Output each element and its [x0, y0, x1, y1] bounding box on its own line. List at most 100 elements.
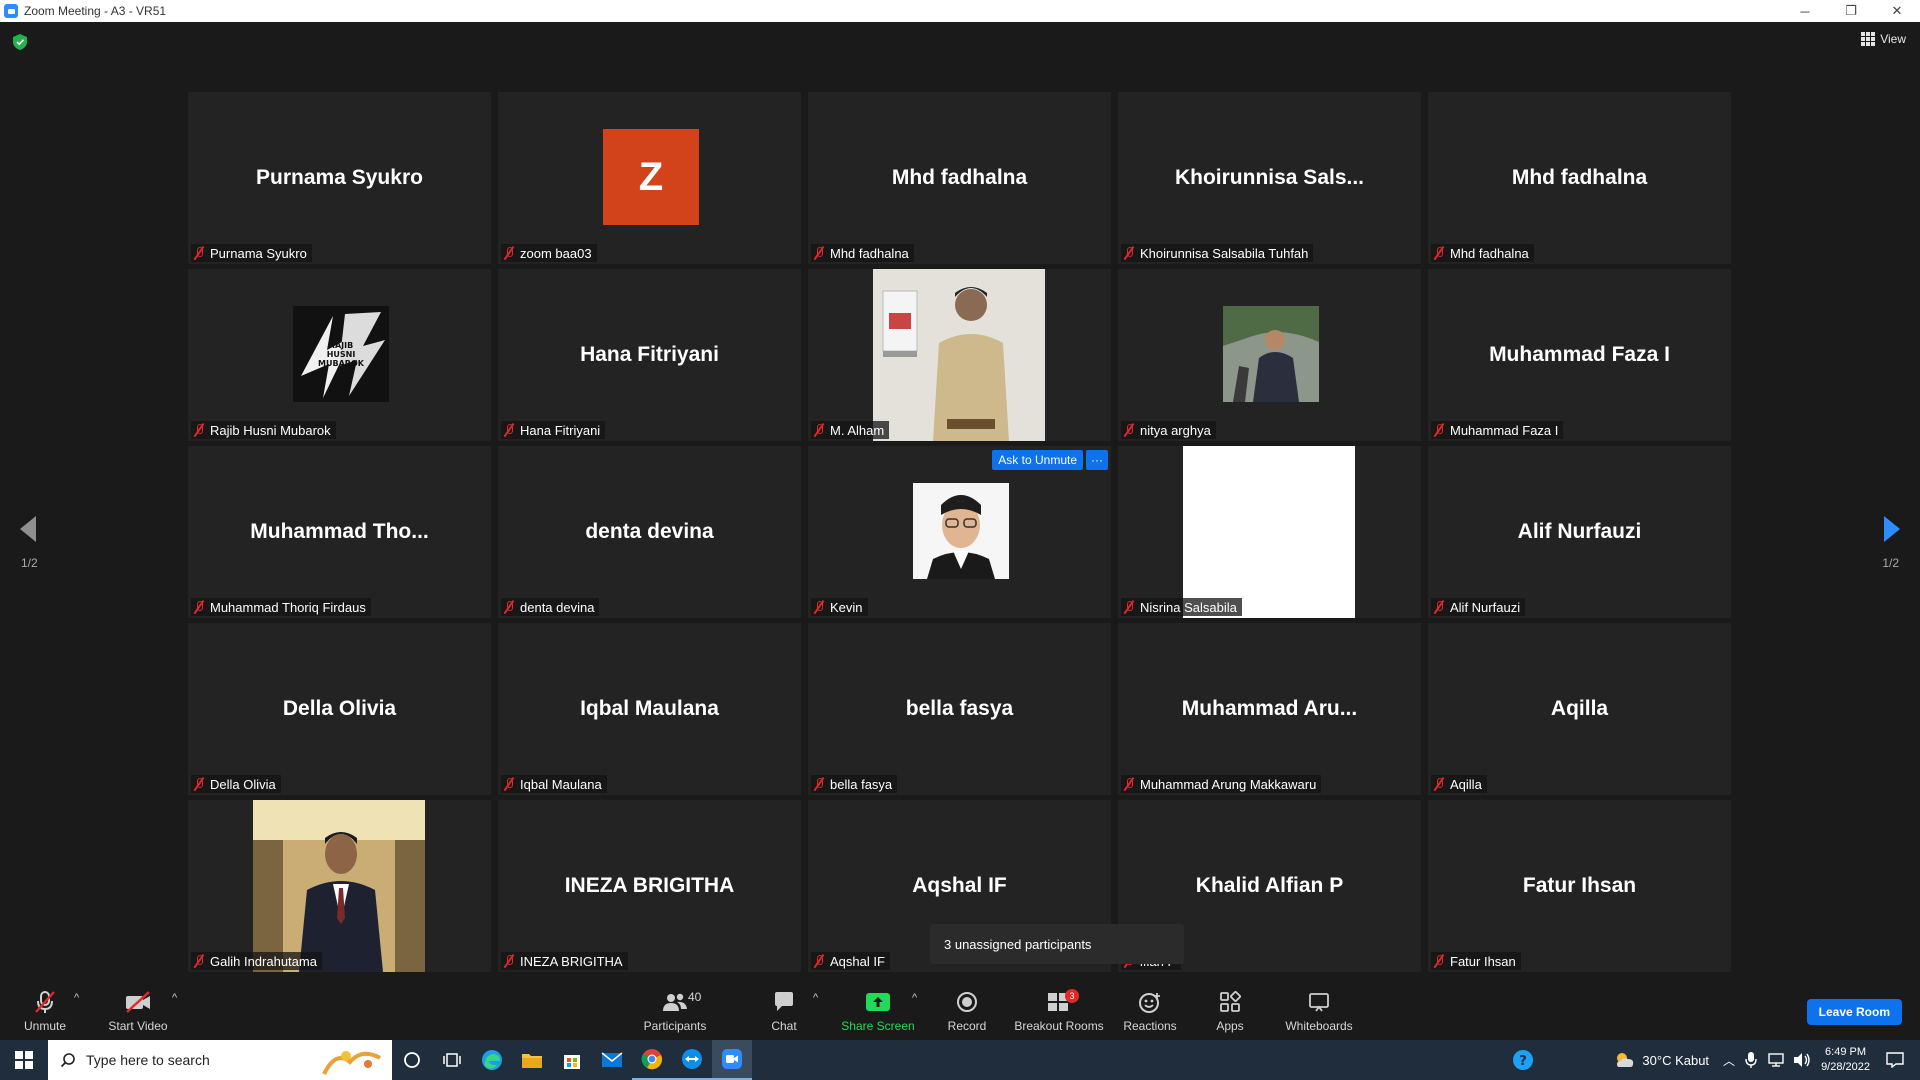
participant-tile[interactable]: Hana Fitriyani Hana Fitriyani: [498, 269, 801, 441]
participant-display-name: INEZA BRIGITHA: [564, 874, 735, 897]
microphone-tray-icon[interactable]: [1745, 1051, 1757, 1069]
weather-text[interactable]: 30°C Kabut: [1642, 1053, 1709, 1068]
teamviewer-taskbar-button[interactable]: [672, 1040, 712, 1080]
participant-name-label: Muhammad Thoriq Firdaus: [191, 598, 371, 616]
profile-picture: [913, 483, 1009, 579]
participant-tile[interactable]: nitya arghya: [1118, 269, 1421, 441]
participant-name-label: Nisrina Salsabila: [1121, 598, 1242, 616]
participant-tile[interactable]: Mhd fadhalna Mhd fadhalna: [1428, 92, 1731, 264]
participant-tile[interactable]: M. Alham: [808, 269, 1111, 441]
svg-text:?: ?: [1520, 1054, 1528, 1069]
previous-page-arrow-icon[interactable]: [18, 514, 38, 544]
taskbar-clock[interactable]: 6:49 PM 9/28/2022: [1821, 1045, 1870, 1075]
notifications-icon[interactable]: [1886, 1052, 1904, 1068]
participant-tile[interactable]: Galih Indrahutama: [188, 800, 491, 972]
participant-name: Muhammad Faza I: [1450, 422, 1559, 438]
participant-name-label: bella fasya: [811, 775, 898, 793]
participants-button[interactable]: 40 Participants: [640, 980, 710, 1040]
svg-text:HUSNI: HUSNI: [327, 350, 356, 359]
search-highlight-icon: [322, 1051, 381, 1075]
participant-tile[interactable]: Ask to Unmute ··· Kevin: [808, 446, 1111, 618]
chat-options-chevron-icon[interactable]: ^: [813, 992, 818, 1004]
participant-tile[interactable]: RAJIB HUSNI MUBAROK Rajib Husni Mubarok: [188, 269, 491, 441]
chat-bubble-icon: [775, 992, 793, 1011]
start-video-label: Start Video: [108, 1019, 168, 1033]
record-button[interactable]: Record: [944, 980, 990, 1040]
more-options-button[interactable]: ···: [1086, 450, 1108, 470]
taskbar-search-box[interactable]: Type here to search: [48, 1040, 392, 1080]
close-button[interactable]: ✕: [1874, 0, 1920, 22]
start-button[interactable]: [0, 1040, 48, 1080]
participant-tile[interactable]: Aqilla Aqilla: [1428, 623, 1731, 795]
participant-tile[interactable]: Della Olivia Della Olivia: [188, 623, 491, 795]
participant-tile[interactable]: bella fasya bella fasya: [808, 623, 1111, 795]
mic-muted-icon: [1123, 246, 1135, 260]
chat-button[interactable]: Chat: [764, 980, 804, 1040]
network-icon[interactable]: [1767, 1052, 1785, 1068]
ask-to-unmute-button[interactable]: Ask to Unmute: [992, 450, 1083, 470]
participant-name: Hana Fitriyani: [520, 422, 601, 438]
participant-tile[interactable]: Muhammad Faza I Muhammad Faza I: [1428, 269, 1731, 441]
task-view-button[interactable]: [432, 1040, 472, 1080]
unassigned-participants-popup[interactable]: 3 unassigned participants: [930, 924, 1184, 964]
view-label: View: [1880, 32, 1906, 46]
help-icon[interactable]: ?: [1512, 1049, 1534, 1071]
mail-taskbar-button[interactable]: [592, 1040, 632, 1080]
restore-button[interactable]: ❐: [1828, 0, 1874, 22]
participant-tile[interactable]: Muhammad Tho... Muhammad Thoriq Firdaus: [188, 446, 491, 618]
share-options-chevron-icon[interactable]: ^: [912, 992, 917, 1004]
participant-tile[interactable]: Fatur Ihsan Fatur Ihsan: [1428, 800, 1731, 972]
share-screen-button[interactable]: Share Screen: [838, 980, 918, 1040]
next-page-arrow-icon[interactable]: [1882, 514, 1902, 544]
edge-taskbar-button[interactable]: [472, 1040, 512, 1080]
audio-options-chevron-icon[interactable]: ^: [74, 992, 79, 1004]
participant-tile[interactable]: Muhammad Aru... Muhammad Arung Makkawaru: [1118, 623, 1421, 795]
breakout-rooms-label: Breakout Rooms: [1014, 1019, 1104, 1033]
file-explorer-taskbar-button[interactable]: [512, 1040, 552, 1080]
reactions-button[interactable]: Reactions: [1122, 980, 1178, 1040]
unmute-button[interactable]: Unmute: [22, 980, 68, 1040]
view-button[interactable]: View: [1861, 32, 1906, 46]
leave-room-button[interactable]: Leave Room: [1806, 999, 1902, 1025]
volume-icon[interactable]: [1793, 1052, 1811, 1068]
participant-name-label: Mhd fadhalna: [811, 244, 914, 262]
chrome-taskbar-button[interactable]: [632, 1040, 672, 1080]
profile-picture: [1223, 306, 1319, 402]
participant-tile[interactable]: denta devina denta devina: [498, 446, 801, 618]
participant-tile[interactable]: Z zoom baa03: [498, 92, 801, 264]
participant-tile[interactable]: INEZA BRIGITHA INEZA BRIGITHA: [498, 800, 801, 972]
meeting-area: View 1/2 1/2 Purnama Syukro Purnama Syuk…: [0, 22, 1920, 980]
edge-browser-icon: [482, 1050, 502, 1070]
apps-icon: [1220, 991, 1241, 1012]
video-options-chevron-icon[interactable]: ^: [172, 992, 177, 1004]
apps-label: Apps: [1216, 1019, 1244, 1033]
participant-tile[interactable]: Mhd fadhalna Mhd fadhalna: [808, 92, 1111, 264]
participant-name: Muhammad Thoriq Firdaus: [210, 599, 366, 615]
participant-tile[interactable]: Nisrina Salsabila: [1118, 446, 1421, 618]
store-taskbar-button[interactable]: [552, 1040, 592, 1080]
security-shield-icon[interactable]: [13, 34, 27, 50]
minimize-button[interactable]: ─: [1782, 0, 1828, 22]
whiteboards-button[interactable]: Whiteboards: [1282, 980, 1356, 1040]
show-hidden-icons-chevron-icon[interactable]: ︿: [1723, 1052, 1735, 1069]
window-title: Zoom Meeting - A3 - VR51: [24, 4, 167, 18]
participant-tile[interactable]: Alif Nurfauzi Alif Nurfauzi: [1428, 446, 1731, 618]
breakout-rooms-button[interactable]: 3 Breakout Rooms: [1012, 980, 1106, 1040]
mic-muted-icon: [1433, 246, 1445, 260]
zoom-app-icon: [4, 4, 18, 18]
participants-count: 40: [688, 990, 702, 1004]
participant-tile[interactable]: Iqbal Maulana Iqbal Maulana: [498, 623, 801, 795]
zoom-taskbar-button[interactable]: [712, 1040, 752, 1080]
mic-muted-icon: [193, 423, 205, 437]
start-video-button[interactable]: Start Video: [106, 980, 170, 1040]
mic-muted-icon: [503, 246, 515, 260]
participant-tile[interactable]: Khoirunnisa Sals... Khoirunnisa Salsabil…: [1118, 92, 1421, 264]
participant-tile[interactable]: Purnama Syukro Purnama Syukro: [188, 92, 491, 264]
participant-name: Purnama Syukro: [210, 245, 307, 261]
weather-cloud-sun-icon: [1617, 1053, 1634, 1067]
apps-button[interactable]: Apps: [1210, 980, 1250, 1040]
cortana-button[interactable]: [392, 1040, 432, 1080]
participant-name-label: Galih Indrahutama: [191, 952, 322, 970]
participant-name-label: Khoirunnisa Salsabila Tuhfah: [1121, 244, 1314, 262]
participant-name-label: Iqbal Maulana: [501, 775, 607, 793]
